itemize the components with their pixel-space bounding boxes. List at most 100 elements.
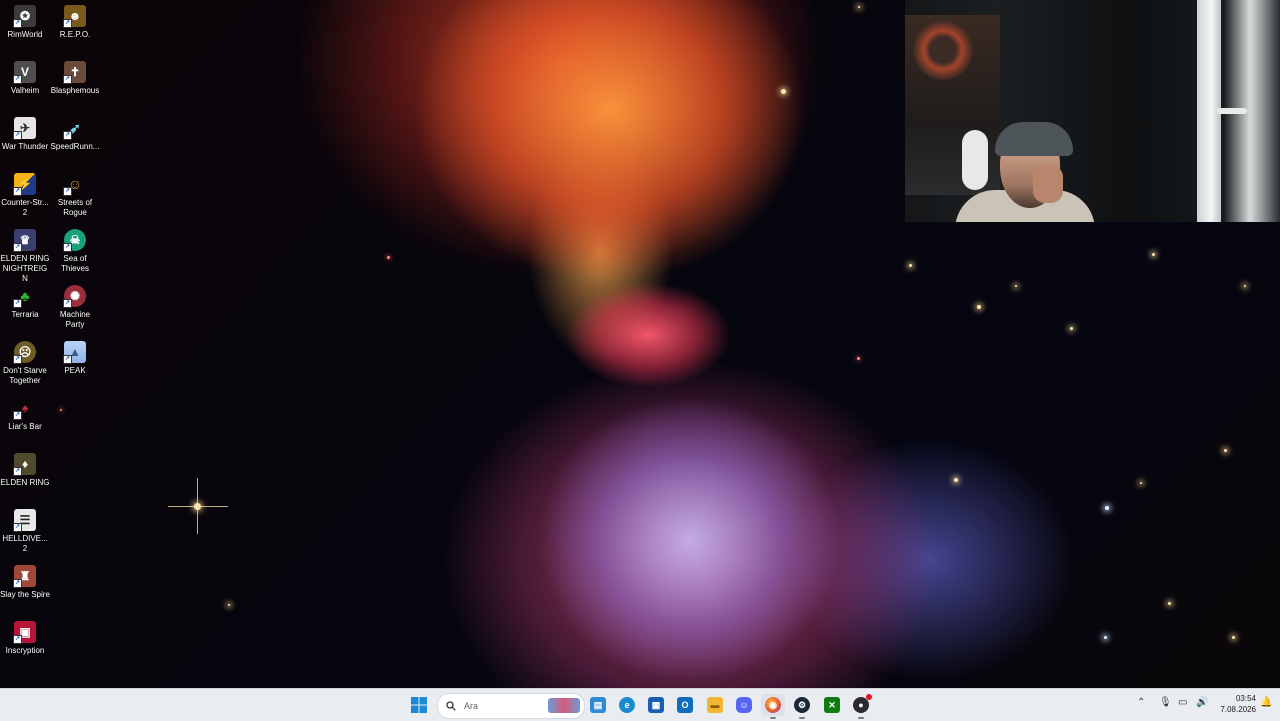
star-spike — [168, 506, 228, 507]
taskbar-store[interactable]: ▦ — [644, 694, 668, 716]
folder-icon: ▬ — [707, 697, 723, 713]
desktop-icon-machine-party[interactable]: ✺ ↗ Machine Party — [50, 280, 100, 330]
desktop-icon-label: RimWorld — [7, 30, 43, 39]
counter-strike-icon: ⚡ ↗ — [13, 173, 36, 196]
taskbar-file-manager[interactable]: ▤ — [586, 694, 610, 716]
desktop-icon-slay-the-spire[interactable]: ♜ ↗ Slay the Spire — [0, 560, 50, 600]
poster-emblem — [913, 20, 973, 80]
speedrunners-icon: ➶ ↗ — [63, 119, 81, 140]
star — [977, 305, 981, 309]
dont-starve-icon: ☹ ↗ — [13, 341, 36, 364]
elden-ring-icon: ♦ ↗ — [13, 453, 36, 476]
sea-of-thieves-icon: ☠ ↗ — [63, 229, 86, 252]
network-icon[interactable]: ▭ — [1178, 697, 1187, 708]
desktop-icon-rimworld[interactable]: ✪ ↗ RimWorld — [0, 0, 50, 40]
system-clock[interactable]: 03:54 7.08.2026 — [1212, 693, 1256, 715]
slay-the-spire-icon: ♜ ↗ — [13, 565, 36, 588]
machine-party-icon: ✺ ↗ — [63, 285, 86, 308]
desktop-icon-label: Machine Party — [59, 310, 91, 329]
desktop-icon-repo[interactable]: ☻ ↗ R.E.P.O. — [50, 0, 100, 40]
desktop-icon-label: PEAK — [64, 366, 86, 375]
start-button[interactable] — [407, 694, 431, 716]
star — [1105, 506, 1109, 510]
taskbar-firefox[interactable]: ◉ — [761, 694, 785, 719]
star — [387, 256, 390, 259]
desktop-icon-war-thunder[interactable]: ✈ ↗ War Thunder — [0, 112, 50, 152]
rimworld-icon: ✪ ↗ — [13, 5, 36, 28]
desktop-icon-label: R.E.P.O. — [59, 30, 91, 39]
clock-date: 7.08.2026 — [1220, 705, 1256, 714]
taskbar-search[interactable]: Ara — [437, 693, 585, 719]
file-manager-icon: ▤ — [590, 697, 606, 713]
star — [781, 89, 786, 94]
clock-time: 03:54 — [1235, 694, 1256, 703]
desktop-icon-speedrunners[interactable]: ➶ ↗ SpeedRunn... — [50, 112, 100, 152]
desktop-icon-terraria[interactable]: ♣ ↗ Terraria — [0, 280, 50, 320]
taskbar-obs[interactable]: ● — [849, 694, 873, 719]
nightreign-icon: ♛ ↗ — [13, 229, 36, 252]
star — [857, 357, 860, 360]
taskbar-discord[interactable]: ☺ — [732, 694, 756, 716]
star — [228, 604, 230, 606]
taskbar-edge[interactable]: e — [615, 694, 639, 716]
star — [1070, 327, 1073, 330]
firefox-icon: ◉ — [765, 697, 781, 713]
desktop-icon-liars-bar[interactable]: ♠ ↗ Liar's Bar — [0, 392, 50, 432]
desktop-icon-streets-of-rogue[interactable]: ☺ ↗ Streets of Rogue — [50, 168, 100, 218]
taskbar-folder[interactable]: ▬ — [703, 694, 727, 716]
desktop-icon-dont-starve[interactable]: ☹ ↗ Don't Starve Together — [0, 336, 50, 386]
star — [1232, 636, 1235, 639]
notification-bell-icon[interactable]: 🔔 — [1260, 697, 1272, 708]
desktop-icon-counter-strike[interactable]: ⚡ ↗ Counter-Str... 2 — [0, 168, 50, 218]
chevron-up-icon[interactable]: ⌃ — [1137, 697, 1145, 708]
edge-icon: e — [619, 697, 635, 713]
star — [1152, 253, 1155, 256]
desktop-icon-label: Slay the Spire — [0, 590, 50, 599]
valheim-icon: V ↗ — [13, 61, 36, 84]
desktop-icon-sea-of-thieves[interactable]: ☠ ↗ Sea of Thieves — [50, 224, 100, 274]
helldivers-icon: ☰ ↗ — [13, 509, 36, 532]
desktop-icon-peak[interactable]: ▲ ↗ PEAK — [50, 336, 100, 376]
store-icon: ▦ — [648, 697, 664, 713]
star — [1244, 285, 1246, 287]
star — [1104, 636, 1107, 639]
desktop-icon-label: Liar's Bar — [8, 422, 42, 431]
webcam-overlay — [905, 0, 1280, 222]
desktop-icon-label: ELDEN RING — [0, 478, 50, 487]
xbox-icon: ✕ — [824, 697, 840, 713]
desktop-icon-elden-ring-nightreign[interactable]: ♛ ↗ ELDEN RING NIGHTREIGN — [0, 224, 50, 284]
streets-of-rogue-icon: ☺ ↗ — [63, 176, 83, 196]
taskbar-steam[interactable]: ⚙ — [790, 694, 814, 719]
obs-icon: ● — [853, 694, 872, 713]
desktop-icon-label: Streets of Rogue — [57, 198, 93, 217]
star — [1140, 482, 1142, 484]
desktop-icon-inscryption[interactable]: ▣ ↗ Inscryption — [0, 616, 50, 656]
desktop-icon-label: Blasphemous — [50, 86, 100, 95]
desktop-icon-label: Sea of Thieves — [60, 254, 89, 273]
outlook-icon: O — [677, 697, 693, 713]
taskbar-outlook[interactable]: O — [673, 694, 697, 716]
desktop-icon-valheim[interactable]: V ↗ Valheim — [0, 56, 50, 96]
desktop-icon-elden-ring[interactable]: ♦ ↗ ELDEN RING — [0, 448, 50, 488]
discord-icon: ☺ — [736, 697, 752, 713]
desktop-icon-label: Don't Starve Together — [3, 366, 47, 385]
terraria-icon: ♣ ↗ — [13, 288, 30, 308]
desktop-icon-blasphemous[interactable]: ✝ ↗ Blasphemous — [50, 56, 100, 96]
desktop-icon-label: Counter-Str... 2 — [1, 198, 49, 217]
microphone-icon[interactable]: 🎙 — [1159, 697, 1172, 708]
desktop-icon-helldivers[interactable]: ☰ ↗ HELLDIVE... 2 — [0, 504, 50, 554]
streamer-cap — [995, 122, 1073, 156]
desktop-icon-label: War Thunder — [1, 142, 49, 151]
peak-icon: ▲ ↗ — [63, 341, 86, 364]
volume-icon[interactable]: 🔊 — [1196, 697, 1208, 708]
desktop-icon-label: Valheim — [10, 86, 40, 95]
liars-bar-icon: ♠ ↗ — [13, 401, 29, 420]
desktop-icon-label: Inscryption — [5, 646, 45, 655]
taskbar-xbox[interactable]: ✕ — [820, 694, 844, 716]
star — [858, 6, 860, 8]
war-thunder-icon: ✈ ↗ — [13, 117, 36, 140]
star — [1015, 285, 1017, 287]
taskbar: Ara ▤ e ▦ O ▬ ☺ ◉ ⚙ ✕ ● ⌃ 🎙 ▭ 🔊 03:54 7.… — [0, 688, 1280, 721]
streamer-figure — [955, 120, 1095, 222]
windows-icon — [411, 697, 427, 713]
